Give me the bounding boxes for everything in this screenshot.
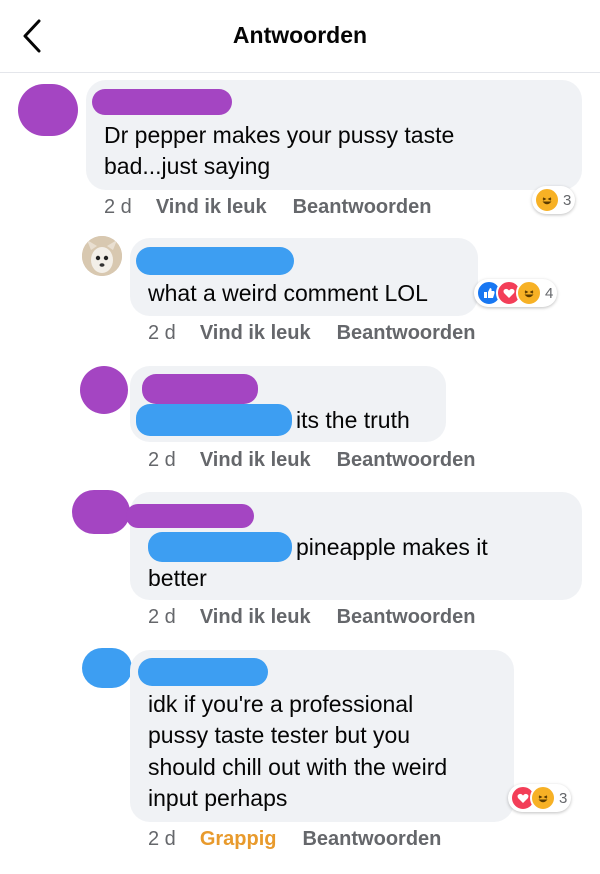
haha-icon <box>516 280 542 306</box>
comment-actions: 2 d Vind ik leuk Beantwoorden <box>104 196 458 219</box>
reply-button[interactable]: Beantwoorden <box>337 322 476 344</box>
comment-text-line: input perhaps <box>148 785 288 811</box>
comment-text-line: bad...just saying <box>104 153 271 179</box>
reaction-summary[interactable]: 3 <box>532 186 576 214</box>
comment-actions: 2 d Vind ik leuk Beantwoorden <box>148 606 502 629</box>
timestamp: 2 d <box>148 322 176 344</box>
author-name-redacted[interactable] <box>142 374 258 404</box>
timestamp: 2 d <box>148 828 176 850</box>
comment-actions: 2 d Grappig Beantwoorden <box>148 828 467 851</box>
funny-reaction-button[interactable]: Grappig <box>200 828 277 850</box>
avatar[interactable] <box>72 490 130 534</box>
haha-icon <box>530 785 556 811</box>
author-name-redacted[interactable] <box>126 504 254 528</box>
like-button[interactable]: Vind ik leuk <box>200 449 311 471</box>
comment-text-line: what a weird comment LOL <box>148 280 428 306</box>
reaction-count: 3 <box>559 789 568 807</box>
reaction-count: 3 <box>563 191 572 209</box>
haha-icon <box>534 187 560 213</box>
comment-actions: 2 d Vind ik leuk Beantwoorden <box>148 449 502 472</box>
timestamp: 2 d <box>148 606 176 628</box>
author-name-redacted[interactable] <box>92 89 232 115</box>
comment-text-line: pineapple makes it <box>296 534 488 560</box>
avatar[interactable] <box>82 236 122 276</box>
dog-avatar-image <box>82 236 122 276</box>
comment-text-line: Dr pepper makes your pussy taste <box>104 122 455 148</box>
comment-text-line: better <box>148 565 207 591</box>
comment-actions: 2 d Vind ik leuk Beantwoorden <box>148 322 502 345</box>
reply-button[interactable]: Beantwoorden <box>293 196 432 218</box>
reply-button[interactable]: Beantwoorden <box>337 449 476 471</box>
comment-text-line: its the truth <box>296 407 410 433</box>
like-button[interactable]: Vind ik leuk <box>200 322 311 344</box>
reaction-summary[interactable]: 4 <box>474 279 558 307</box>
avatar[interactable] <box>80 366 128 414</box>
reply-button[interactable]: Beantwoorden <box>302 828 441 850</box>
avatar[interactable] <box>18 84 78 136</box>
comment-text-line: pussy taste tester but you <box>148 722 411 748</box>
timestamp: 2 d <box>104 196 132 218</box>
like-button[interactable]: Vind ik leuk <box>200 606 311 628</box>
like-button[interactable]: Vind ik leuk <box>156 196 267 218</box>
author-name-redacted[interactable] <box>148 532 292 562</box>
author-name-redacted[interactable] <box>136 247 294 275</box>
top-bar: Antwoorden <box>0 0 600 73</box>
reaction-summary[interactable]: 3 <box>508 784 572 812</box>
comment-text-line: should chill out with the weird <box>148 754 448 780</box>
author-name-redacted[interactable] <box>136 404 292 436</box>
avatar[interactable] <box>82 648 132 688</box>
reaction-count: 4 <box>545 284 554 302</box>
comment-text-line: idk if you're a professional <box>148 691 414 717</box>
page-title: Antwoorden <box>232 22 368 48</box>
timestamp: 2 d <box>148 449 176 471</box>
reply-button[interactable]: Beantwoorden <box>337 606 476 628</box>
author-name-redacted[interactable] <box>138 658 268 686</box>
